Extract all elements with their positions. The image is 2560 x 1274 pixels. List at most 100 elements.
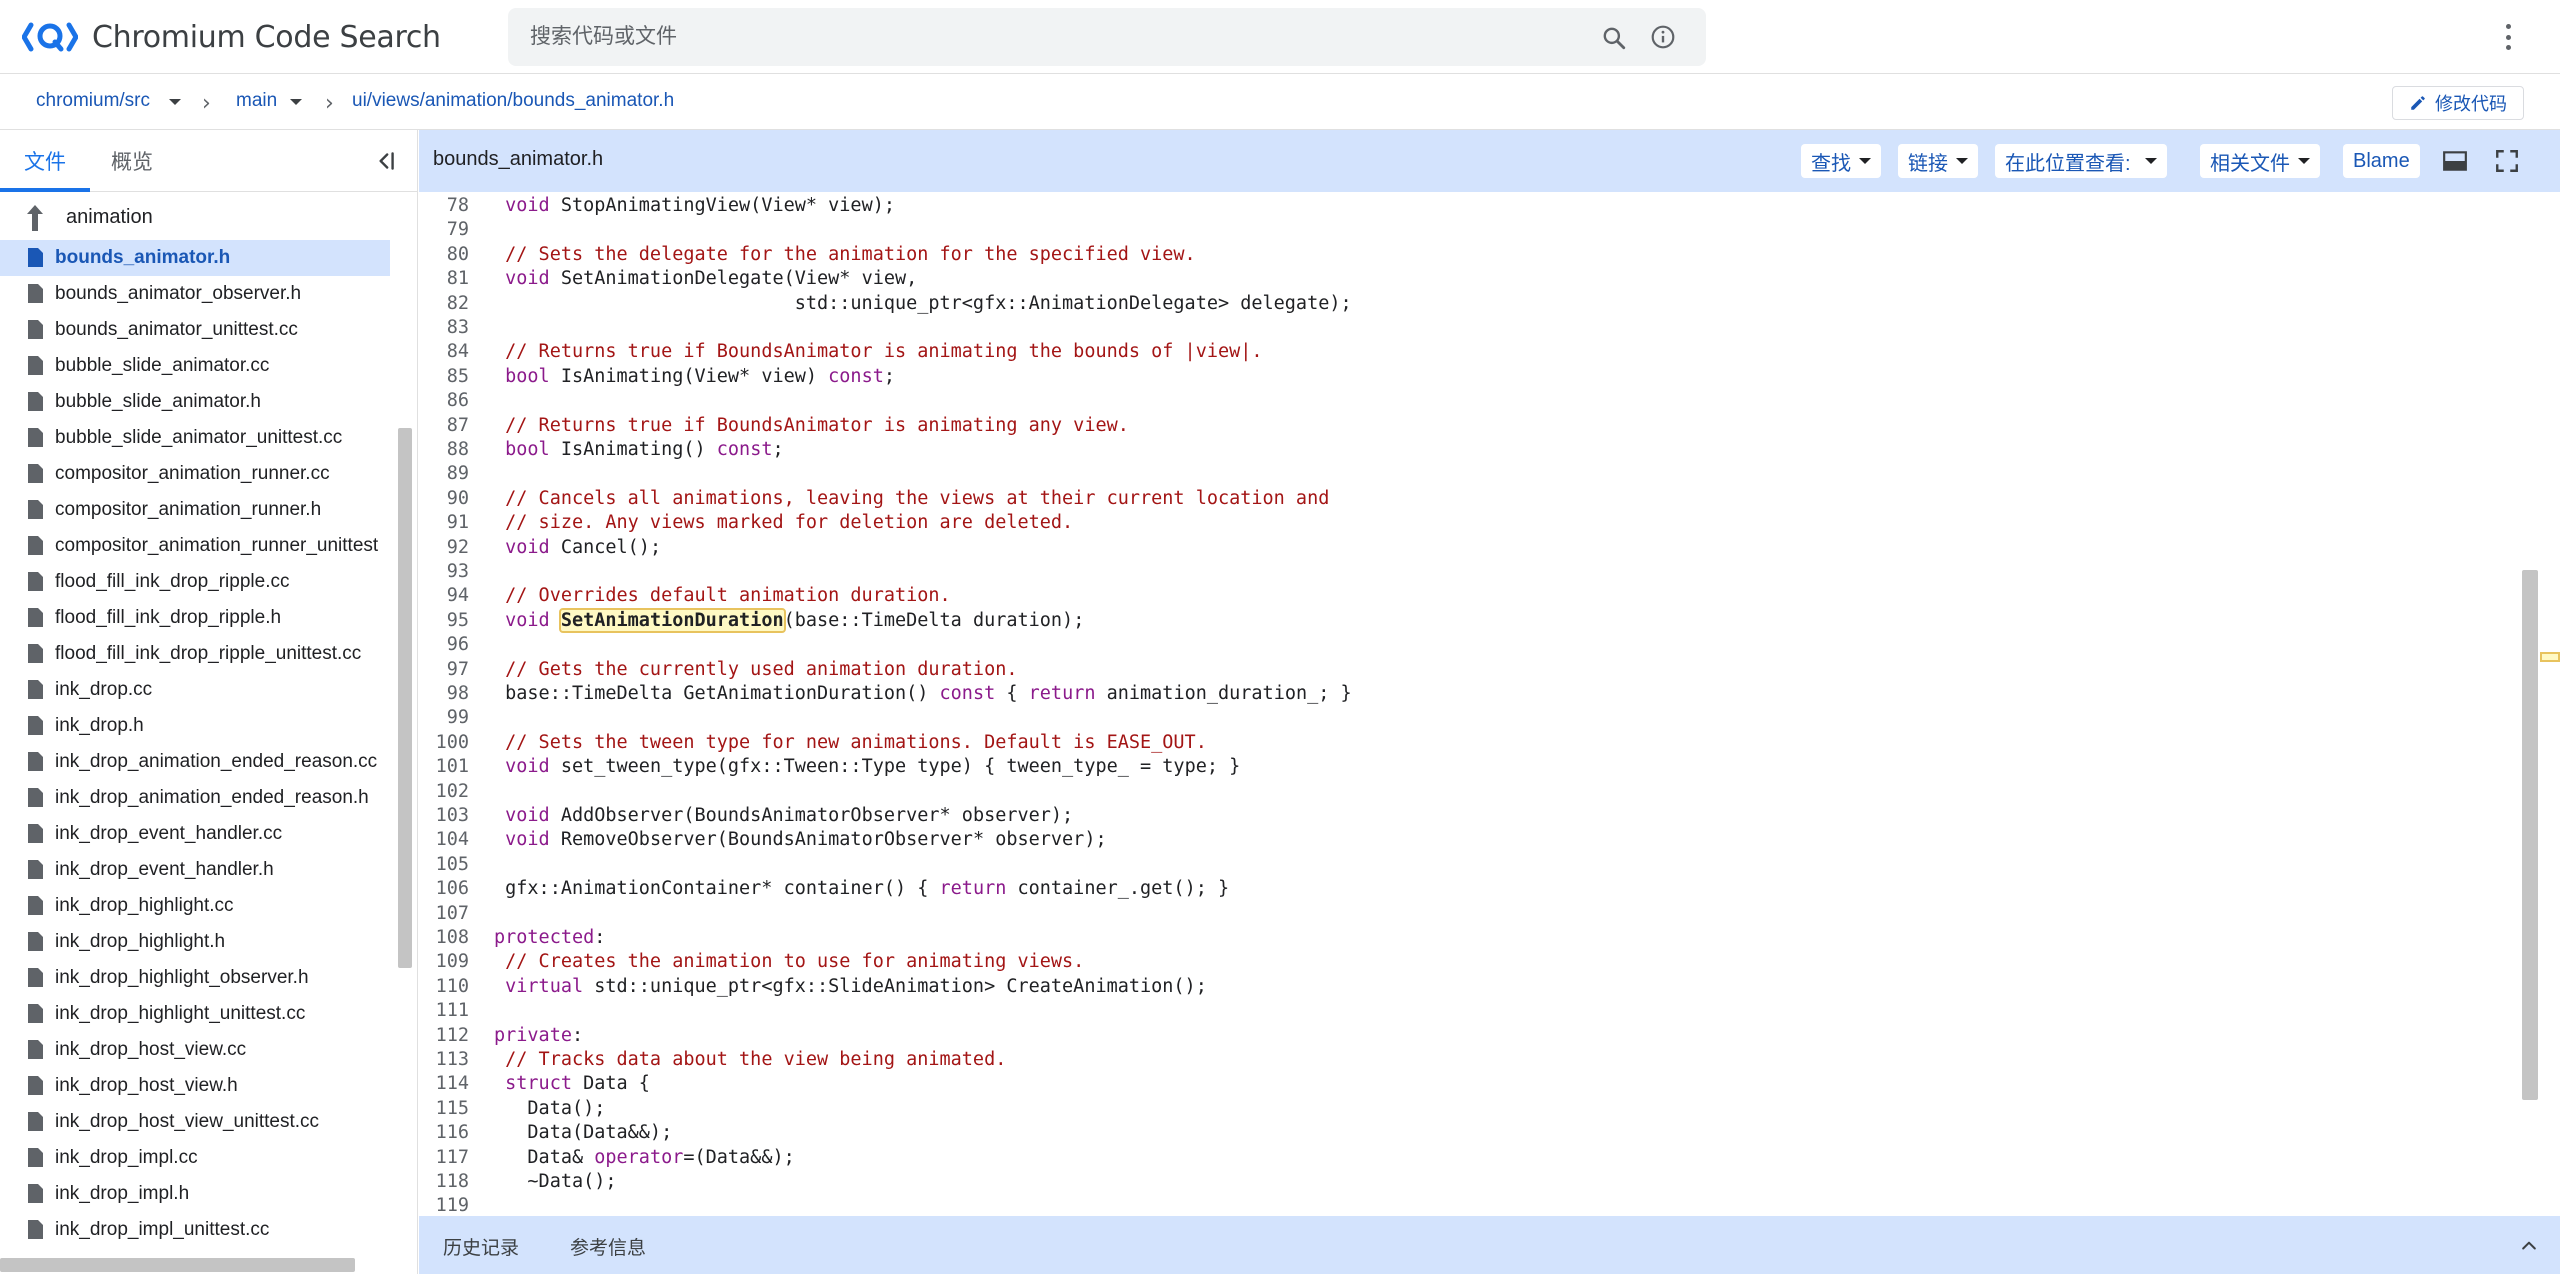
code-viewer[interactable]: 78 void StopAnimatingView(View* view); 79… — [419, 192, 2541, 1216]
line-number[interactable]: 103 — [419, 804, 469, 828]
line-number[interactable]: 89 — [419, 462, 469, 486]
line-number[interactable]: 99 — [419, 706, 469, 730]
file-list-item[interactable]: ink_drop_event_handler.h — [0, 852, 390, 888]
line-number[interactable]: 81 — [419, 267, 469, 291]
file-list-item[interactable]: ink_drop_host_view.h — [0, 1068, 390, 1104]
sidebar-scrollbar[interactable] — [398, 428, 412, 968]
line-number[interactable]: 78 — [419, 194, 469, 218]
file-list-item[interactable]: ink_drop_impl.cc — [0, 1140, 390, 1176]
line-number[interactable]: 109 — [419, 950, 469, 974]
file-list-item[interactable]: ink_drop_highlight.h — [0, 924, 390, 960]
line-number[interactable]: 100 — [419, 731, 469, 755]
file-list-item[interactable]: flood_fill_ink_drop_ripple.h — [0, 600, 390, 636]
line-number[interactable]: 95 — [419, 609, 469, 633]
view-at-button[interactable]: 在此位置查看: — [1995, 144, 2167, 178]
line-number[interactable]: 113 — [419, 1048, 469, 1072]
line-number[interactable]: 106 — [419, 877, 469, 901]
app-logo[interactable]: Chromium Code Search — [22, 16, 441, 58]
file-list-item[interactable]: bubble_slide_animator_unittest.cc — [0, 420, 390, 456]
line-number[interactable]: 111 — [419, 999, 469, 1023]
file-list-item[interactable]: ink_drop_animation_ended_reason.cc — [0, 744, 390, 780]
file-list-item[interactable]: ink_drop_impl_unittest.cc — [0, 1212, 390, 1248]
line-number[interactable]: 108 — [419, 926, 469, 950]
find-button[interactable]: 查找 — [1801, 144, 1881, 178]
line-number[interactable]: 110 — [419, 975, 469, 999]
line-number[interactable]: 83 — [419, 316, 469, 340]
line-number[interactable]: 117 — [419, 1146, 469, 1170]
file-list-item[interactable]: bubble_slide_animator.cc — [0, 348, 390, 384]
file-list-item[interactable]: ink_drop.cc — [0, 672, 390, 708]
blame-button[interactable]: Blame — [2343, 144, 2420, 178]
file-list-item[interactable]: compositor_animation_runner.h — [0, 492, 390, 528]
collapse-panel-icon[interactable] — [372, 148, 398, 174]
line-number[interactable]: 97 — [419, 658, 469, 682]
line-number[interactable]: 104 — [419, 828, 469, 852]
line-number[interactable]: 84 — [419, 340, 469, 364]
line-number[interactable]: 102 — [419, 780, 469, 804]
line-number[interactable]: 88 — [419, 438, 469, 462]
file-list-item[interactable]: ink_drop_host_view_unittest.cc — [0, 1104, 390, 1140]
line-number[interactable]: 94 — [419, 584, 469, 608]
line-number[interactable]: 112 — [419, 1024, 469, 1048]
line-number[interactable]: 98 — [419, 682, 469, 706]
line-number[interactable]: 118 — [419, 1170, 469, 1194]
edit-code-button[interactable]: 修改代码 — [2392, 86, 2524, 120]
line-number[interactable]: 101 — [419, 755, 469, 779]
line-number[interactable]: 87 — [419, 414, 469, 438]
file-list-item[interactable]: ink_drop_event_handler.cc — [0, 816, 390, 852]
code-scrollbar[interactable] — [2522, 570, 2538, 1100]
file-list-item[interactable]: compositor_animation_runner_unittest — [0, 528, 390, 564]
line-number[interactable]: 115 — [419, 1097, 469, 1121]
line-number[interactable]: 80 — [419, 243, 469, 267]
chevron-down-icon[interactable] — [290, 99, 302, 105]
file-list-item[interactable]: ink_drop_highlight_observer.h — [0, 960, 390, 996]
tab-overview[interactable]: 概览 — [111, 146, 153, 176]
related-files-button[interactable]: 相关文件 — [2200, 144, 2320, 178]
line-number[interactable]: 105 — [419, 853, 469, 877]
line-number[interactable]: 107 — [419, 902, 469, 926]
file-list-item[interactable]: ink_drop_animation_ended_reason.h — [0, 780, 390, 816]
line-number[interactable]: 116 — [419, 1121, 469, 1145]
file-list-item[interactable]: ink_drop_highlight_unittest.cc — [0, 996, 390, 1032]
tab-files[interactable]: 文件 — [24, 146, 66, 176]
tab-history[interactable]: 历史记录 — [443, 1233, 519, 1260]
file-list-item[interactable]: ink_drop_impl.h — [0, 1176, 390, 1212]
highlighted-symbol[interactable]: SetAnimationDuration — [558, 607, 786, 633]
file-list-item[interactable]: ink_drop_highlight.cc — [0, 888, 390, 924]
fullscreen-icon[interactable] — [2493, 148, 2521, 174]
line-number[interactable]: 85 — [419, 365, 469, 389]
file-list-item[interactable]: compositor_animation_runner.cc — [0, 456, 390, 492]
breadcrumb-repo[interactable]: chromium/src — [36, 90, 150, 112]
line-number[interactable]: 86 — [419, 389, 469, 413]
line-number[interactable]: 91 — [419, 511, 469, 535]
file-list-item[interactable]: bubble_slide_animator.h — [0, 384, 390, 420]
file-list-item[interactable]: ink_drop_host_view.cc — [0, 1032, 390, 1068]
line-number[interactable]: 79 — [419, 218, 469, 242]
layout-panel-icon[interactable] — [2441, 148, 2469, 174]
line-number[interactable]: 93 — [419, 560, 469, 584]
search-box[interactable] — [508, 8, 1706, 66]
file-list-item[interactable]: ink_drop.h — [0, 708, 390, 744]
info-icon[interactable] — [1650, 24, 1676, 50]
search-icon[interactable] — [1601, 25, 1627, 51]
file-list-item[interactable]: flood_fill_ink_drop_ripple.cc — [0, 564, 390, 600]
more-menu-icon[interactable] — [2496, 20, 2520, 54]
parent-folder-item[interactable]: animation — [0, 200, 390, 236]
line-number[interactable]: 96 — [419, 633, 469, 657]
line-number[interactable]: 82 — [419, 292, 469, 316]
sidebar-horizontal-scrollbar[interactable] — [0, 1258, 355, 1272]
line-number[interactable]: 119 — [419, 1194, 469, 1216]
chevron-down-icon[interactable] — [169, 99, 181, 105]
search-input[interactable] — [530, 8, 1590, 66]
breadcrumb-path[interactable]: ui/views/animation/bounds_animator.h — [352, 90, 674, 112]
line-number[interactable]: 92 — [419, 536, 469, 560]
chevron-up-icon[interactable] — [2519, 1236, 2539, 1256]
line-number[interactable]: 114 — [419, 1072, 469, 1096]
line-number[interactable]: 90 — [419, 487, 469, 511]
file-list-item[interactable]: bounds_animator.h — [0, 240, 390, 276]
file-list-item[interactable]: bounds_animator_unittest.cc — [0, 312, 390, 348]
file-list-item[interactable]: bounds_animator_observer.h — [0, 276, 390, 312]
file-list-item[interactable]: flood_fill_ink_drop_ripple_unittest.cc — [0, 636, 390, 672]
tab-references[interactable]: 参考信息 — [570, 1233, 646, 1260]
link-button[interactable]: 链接 — [1898, 144, 1978, 178]
